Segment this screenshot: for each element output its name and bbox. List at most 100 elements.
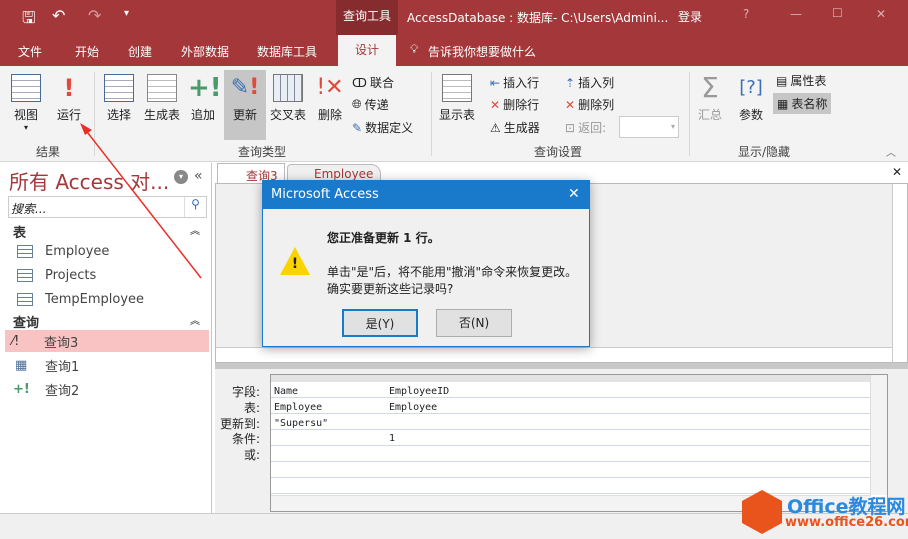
row-label-table: 表: (243, 401, 260, 415)
table-icon (17, 244, 33, 258)
no-button[interactable]: 否(N) (436, 309, 512, 337)
table-icon (17, 268, 33, 282)
lightbulb-icon: 💡︎ (410, 42, 419, 56)
update-pencil-icon: ✎! (230, 75, 260, 100)
delete-query-button[interactable]: !✕ 删除 (312, 74, 348, 123)
vertical-scrollbar[interactable] (892, 184, 907, 362)
nav-item-query3[interactable]: ⁄! 查询3 (5, 330, 209, 352)
title-bar: 🖫 ↶ ↷ ▾ 查询工具 AccessDatabase : 数据库- C:\Us… (0, 0, 908, 35)
insert-columns-button[interactable]: ⇡ 插入列 (565, 74, 614, 91)
property-sheet-button[interactable]: ▤ 属性表 (776, 72, 826, 89)
update-button[interactable]: ✎! 更新 (224, 70, 266, 140)
nav-group-tables[interactable]: 表 (13, 222, 26, 241)
crosstab-button[interactable]: 交叉表 (266, 74, 310, 123)
data-definition-icon: ✎ (352, 120, 363, 135)
nav-item-query2[interactable]: +! 查询2 (0, 378, 210, 400)
row-label-field: 字段: (231, 385, 260, 399)
minimize-button[interactable]: — (790, 7, 802, 21)
tab-design[interactable]: 设计 (338, 35, 396, 66)
tab-home[interactable]: 开始 (75, 43, 99, 60)
delete-columns-button[interactable]: ✕ 删除列 (565, 96, 614, 113)
ribbon-tabs: 文件 开始 创建 外部数据 数据库工具 设计 💡︎ 告诉我你想要做什么 (0, 35, 908, 66)
tab-database-tools[interactable]: 数据库工具 (257, 43, 317, 60)
make-table-button[interactable]: 生成表 (140, 74, 184, 123)
collapse-queries-icon[interactable]: ︽ (190, 312, 200, 327)
sigma-icon: Σ (701, 71, 719, 104)
union-button[interactable]: ↀ 联合 (352, 74, 394, 91)
cell-field-1[interactable]: Name (274, 386, 298, 397)
dialog-message-line1: 单击"是"后，将不能用"撤消"命令来恢复更改。 (327, 265, 578, 279)
insert-columns-icon: ⇡ (565, 75, 576, 90)
insert-rows-button[interactable]: ⇤ 插入行 (490, 74, 539, 91)
tab-external-data[interactable]: 外部数据 (181, 43, 229, 60)
cell-table-1[interactable]: Employee (274, 402, 322, 413)
row-label-or: 或: (243, 448, 260, 462)
table-icon (17, 292, 33, 306)
show-table-button[interactable]: 显示表 (436, 74, 478, 123)
grid-vertical-scrollbar[interactable] (870, 375, 887, 495)
run-button[interactable]: ! 运行 (52, 74, 86, 123)
insert-rows-icon: ⇤ (490, 75, 501, 90)
watermark-url: www.office26.com (785, 515, 908, 530)
close-button[interactable]: ✕ (876, 7, 886, 21)
select-query-button[interactable]: 选择 (100, 74, 138, 123)
tell-me-input[interactable]: 告诉我你想要做什么 (428, 43, 536, 60)
window-title: AccessDatabase : 数据库- C:\Users\Admini... (407, 11, 669, 25)
nav-item-query1[interactable]: ▦ 查询1 (0, 354, 210, 376)
confirm-update-dialog: Microsoft Access ✕ ! 您正准备更新 1 行。 单击"是"后，… (262, 180, 590, 347)
update-query-icon: ⁄! (12, 333, 20, 349)
union-icon: ↀ (352, 75, 367, 90)
nav-group-queries[interactable]: 查询 (13, 312, 39, 331)
dialog-message-line2: 确实要更新这些记录吗? (327, 282, 454, 296)
tab-file[interactable]: 文件 (18, 43, 42, 60)
cell-update-to-1[interactable]: "Supersu" (274, 418, 328, 429)
yes-button[interactable]: 是(Y) (342, 309, 418, 337)
cell-field-2[interactable]: EmployeeID (389, 386, 449, 397)
maximize-button[interactable]: ☐ (832, 6, 843, 20)
builder-button[interactable]: ⚠︎ 生成器 (490, 119, 540, 136)
return-label: ⊡ 返回: (565, 120, 607, 136)
cell-criteria-2[interactable]: 1 (389, 433, 395, 444)
shutter-bar-icon[interactable]: « (194, 168, 203, 184)
return-icon: ⊡ (565, 120, 576, 135)
parameters-button[interactable]: [?] 参数 (732, 74, 770, 123)
dialog-close-button[interactable]: ✕ (568, 186, 580, 202)
collapse-tables-icon[interactable]: ︽ (190, 222, 200, 237)
globe-icon: 🌐︎ (352, 97, 362, 111)
help-button[interactable]: ? (743, 7, 749, 21)
append-button[interactable]: +! 追加 (186, 73, 222, 123)
nav-item-projects[interactable]: Projects (0, 264, 210, 286)
delete-icon: !✕ (316, 75, 344, 100)
totals-button[interactable]: Σ 汇总 (693, 74, 727, 123)
collapse-ribbon-icon[interactable]: ︿ (886, 144, 896, 159)
dialog-title: Microsoft Access (271, 187, 379, 202)
append-icon: +! (188, 73, 222, 103)
undo-icon[interactable]: ↶ (52, 6, 65, 25)
nav-item-employee[interactable]: Employee (0, 240, 210, 262)
sign-in-link[interactable]: 登录 (678, 8, 702, 25)
close-document-icon[interactable]: ✕ (892, 165, 902, 179)
nav-title[interactable]: 所有 Access 对... (9, 166, 169, 195)
table-names-button[interactable]: ▦ 表名称 (773, 93, 832, 114)
customize-qat-icon[interactable]: ▾ (124, 8, 129, 19)
view-button[interactable]: 视图 ▾ (8, 74, 44, 132)
nav-menu-icon[interactable]: ▾ (174, 170, 188, 184)
nav-item-tempemployee[interactable]: TempEmployee (0, 288, 210, 310)
redo-icon[interactable]: ↷ (88, 6, 101, 25)
search-icon[interactable]: ⚲ (184, 197, 206, 217)
horizontal-scrollbar[interactable] (216, 347, 892, 362)
save-icon[interactable]: 🖫 (22, 7, 36, 34)
cell-table-2[interactable]: Employee (389, 402, 437, 413)
property-sheet-icon: ▤ (776, 73, 788, 88)
exclamation-icon: ! (63, 74, 75, 102)
delete-rows-icon: ✕ (490, 97, 501, 112)
dialog-titlebar: Microsoft Access (263, 181, 589, 209)
data-definition-button[interactable]: ✎ 数据定义 (352, 119, 413, 136)
tab-create[interactable]: 创建 (128, 43, 152, 60)
return-dropdown[interactable]: ▾ (619, 116, 679, 138)
group-label-show-hide: 显示/隐藏 (738, 145, 791, 159)
pass-through-button[interactable]: 🌐︎ 传递 (352, 96, 389, 113)
delete-rows-button[interactable]: ✕ 删除行 (490, 96, 539, 113)
group-label-query-setup: 查询设置 (534, 145, 583, 159)
nav-search-input[interactable]: 搜索... ⚲ (8, 196, 207, 218)
